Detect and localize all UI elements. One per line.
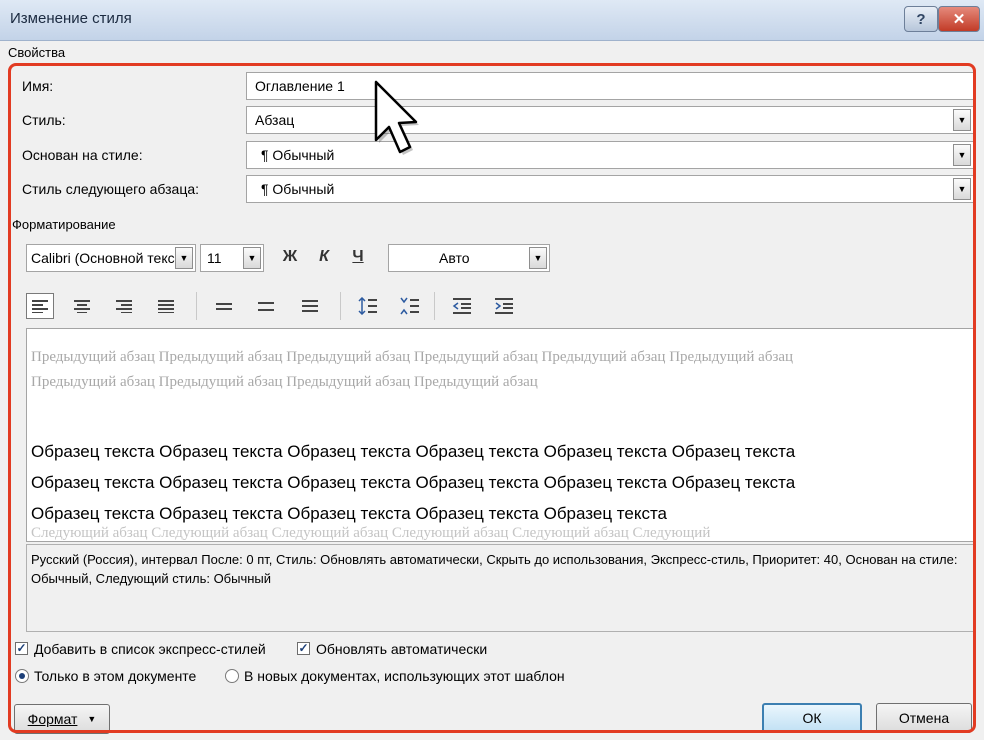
style-description: Русский (Россия), интервал После: 0 пт, … — [26, 544, 976, 632]
format-button-label: Формат — [27, 711, 78, 727]
add-to-quick-styles-label[interactable]: Добавить в список экспресс-стилей — [34, 641, 266, 657]
increase-paragraph-spacing-icon — [358, 297, 377, 315]
chevron-down-icon[interactable]: ▼ — [953, 109, 971, 131]
name-label: Имя: — [22, 78, 54, 94]
title-bar: Изменение стиля ? ✕ — [0, 0, 984, 41]
new-documents-radio[interactable] — [225, 669, 239, 683]
only-this-document-label[interactable]: Только в этом документе — [34, 668, 196, 684]
cancel-button[interactable]: Отмена — [876, 703, 972, 733]
sample-line: Образец текста Образец текста Образец те… — [31, 473, 796, 492]
single-spacing-icon — [216, 303, 232, 310]
align-center-button[interactable] — [68, 293, 96, 319]
align-right-button[interactable] — [110, 293, 138, 319]
font-value: Calibri (Основной текс — [31, 250, 175, 266]
single-spacing-button[interactable] — [210, 293, 238, 319]
previous-paragraph-text: Предыдущий абзац Предыдущий абзац Предыд… — [31, 349, 794, 390]
align-justify-button[interactable] — [152, 293, 180, 319]
mouse-pointer-icon — [374, 80, 419, 155]
close-button[interactable]: ✕ — [938, 6, 980, 32]
help-button[interactable]: ? — [904, 6, 938, 32]
font-color-select[interactable]: Авто ▼ — [388, 244, 550, 272]
bold-button[interactable]: Ж — [276, 244, 304, 270]
font-select[interactable]: Calibri (Основной текс ▼ — [26, 244, 196, 272]
increase-indent-icon — [495, 298, 513, 314]
align-left-button[interactable] — [26, 293, 54, 319]
chevron-down-icon[interactable]: ▼ — [175, 247, 193, 269]
close-icon: ✕ — [952, 11, 966, 28]
help-icon: ? — [916, 10, 926, 28]
name-value: Оглавление 1 — [255, 78, 345, 94]
next-style-select[interactable]: ¶ Обычный ▼ — [246, 175, 974, 203]
add-to-quick-styles-checkbox[interactable]: ✓ — [15, 642, 28, 655]
window-title: Изменение стиля — [10, 10, 132, 27]
decrease-paragraph-spacing-button[interactable] — [396, 293, 424, 319]
formatting-section-label: Форматирование — [12, 217, 116, 232]
sample-text: Образец текста Образец текста Образец те… — [31, 436, 931, 529]
style-preview: Предыдущий абзац Предыдущий абзац Предыд… — [26, 328, 976, 542]
based-on-select[interactable]: ¶ Обычный ▼ — [246, 141, 974, 169]
format-button[interactable]: Формат ▼ — [14, 704, 110, 734]
font-size-value: 11 — [207, 250, 222, 266]
ok-button[interactable]: ОК — [762, 703, 862, 733]
decrease-paragraph-spacing-icon — [400, 297, 419, 315]
align-right-icon — [116, 300, 132, 313]
toolbar-separator — [196, 292, 197, 320]
chevron-down-icon[interactable]: ▼ — [953, 144, 971, 166]
based-on-label: Основан на стиле: — [22, 147, 143, 163]
chevron-down-icon[interactable]: ▼ — [529, 247, 547, 269]
toolbar-separator — [340, 292, 341, 320]
new-documents-label[interactable]: В новых документах, использующих этот ша… — [244, 668, 565, 684]
one-half-spacing-button[interactable] — [252, 293, 280, 319]
italic-button[interactable]: К — [310, 244, 338, 270]
name-input[interactable]: Оглавление 1 — [246, 72, 974, 100]
font-size-select[interactable]: 11 ▼ — [200, 244, 264, 272]
double-spacing-icon — [302, 300, 318, 312]
style-type-value: Абзац — [255, 112, 295, 128]
one-half-spacing-icon — [258, 302, 274, 311]
align-center-icon — [74, 300, 90, 313]
next-style-value: ¶ Обычный — [261, 181, 335, 197]
chevron-down-icon[interactable]: ▼ — [243, 247, 261, 269]
font-color-value: Авто — [439, 250, 470, 266]
decrease-indent-icon — [452, 298, 471, 314]
only-this-document-radio[interactable] — [15, 669, 29, 683]
increase-indent-button[interactable] — [490, 293, 518, 319]
align-justify-icon — [158, 300, 174, 313]
properties-section-label: Свойства — [8, 45, 66, 60]
next-style-label: Стиль следующего абзаца: — [22, 181, 200, 197]
auto-update-checkbox[interactable]: ✓ — [297, 642, 310, 655]
underline-button[interactable]: Ч — [344, 244, 372, 270]
double-spacing-button[interactable] — [296, 293, 324, 319]
chevron-down-icon[interactable]: ▼ — [953, 178, 971, 200]
align-left-icon — [32, 300, 48, 313]
increase-paragraph-spacing-button[interactable] — [354, 293, 382, 319]
sample-line: Образец текста Образец текста Образец те… — [31, 442, 796, 461]
style-type-label: Стиль: — [22, 112, 66, 128]
next-paragraph-text: Следующий абзац Следующий абзац Следующи… — [31, 525, 711, 541]
toolbar-separator — [434, 292, 435, 320]
decrease-indent-button[interactable] — [448, 293, 476, 319]
chevron-down-icon: ▼ — [87, 714, 97, 724]
style-type-select[interactable]: Абзац ▼ — [246, 106, 974, 134]
auto-update-label[interactable]: Обновлять автоматически — [316, 641, 487, 657]
based-on-value: ¶ Обычный — [261, 147, 335, 163]
